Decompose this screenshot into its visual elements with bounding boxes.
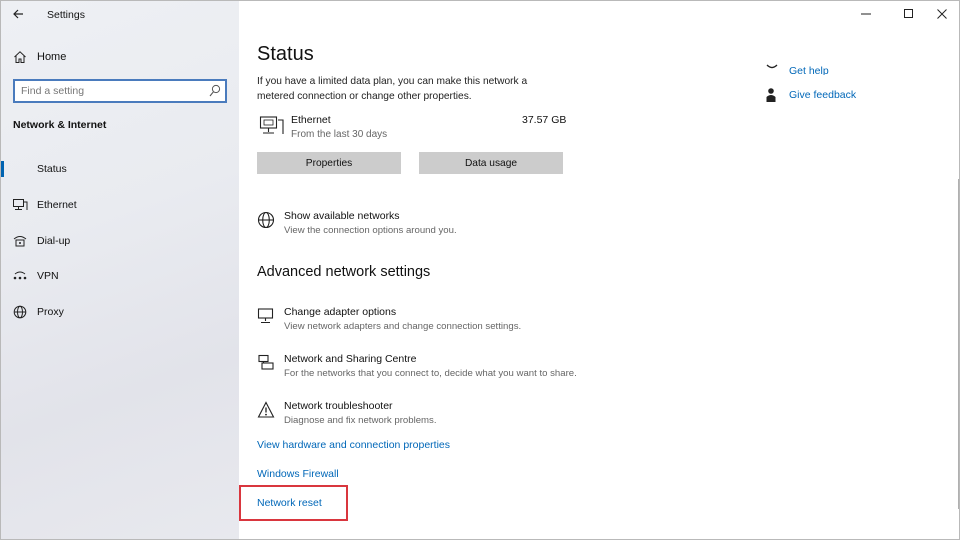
window-title: Settings: [47, 9, 85, 21]
network-troubleshooter-description: Diagnose and fix network problems.: [284, 415, 437, 426]
sidebar-item-proxy[interactable]: Proxy: [1, 298, 239, 326]
give-feedback-link[interactable]: Give feedback: [789, 89, 856, 101]
network-sharing-centre-link[interactable]: Network and Sharing Centre: [284, 353, 417, 365]
sidebar-item-vpn[interactable]: VPN: [1, 262, 239, 290]
sidebar-item-label: Dial-up: [37, 235, 71, 247]
globe-icon: [12, 304, 28, 320]
highlight-box: [239, 485, 348, 521]
sidebar-item-status[interactable]: Status: [1, 155, 239, 183]
show-networks-link[interactable]: Show available networks: [284, 210, 400, 222]
help-icon: [766, 64, 778, 69]
settings-window: Settings Home Network & Internet Status: [0, 0, 960, 540]
feedback-icon: [766, 88, 776, 102]
show-networks-description: View the connection options around you.: [284, 225, 457, 236]
sidebar-item-label: VPN: [37, 270, 59, 282]
view-hardware-properties-link[interactable]: View hardware and connection properties: [257, 439, 450, 451]
advanced-settings-heading: Advanced network settings: [257, 264, 431, 280]
search-box[interactable]: [13, 79, 227, 103]
status-icon: [12, 161, 28, 177]
sidebar-home[interactable]: Home: [13, 47, 66, 67]
network-troubleshooter-link[interactable]: Network troubleshooter: [284, 400, 393, 412]
get-help-link[interactable]: Get help: [789, 65, 829, 75]
status-description: If you have a limited data plan, you can…: [257, 76, 528, 102]
sidebar-section-title: Network & Internet: [13, 119, 107, 131]
windows-firewall-link[interactable]: Windows Firewall: [257, 468, 339, 480]
ethernet-network-icon: [259, 116, 284, 134]
properties-button[interactable]: Properties: [257, 152, 401, 174]
change-adapter-options-description: View network adapters and change connect…: [284, 321, 522, 332]
vpn-icon: [12, 268, 28, 284]
back-arrow-icon: [13, 9, 23, 19]
search-input[interactable]: [21, 83, 201, 99]
back-button[interactable]: [9, 5, 29, 23]
ethernet-icon: [12, 197, 28, 213]
sidebar-item-label: Status: [37, 163, 67, 175]
sidebar-item-dialup[interactable]: Dial-up: [1, 227, 239, 255]
change-adapter-options-link[interactable]: Change adapter options: [284, 306, 396, 318]
data-usage-value: 37.57 GB: [522, 114, 567, 126]
adapter-icon: [257, 308, 274, 324]
globe-icon: [257, 211, 275, 229]
page-title: Status: [257, 43, 314, 65]
connection-subtitle: From the last 30 days: [291, 129, 388, 140]
dialup-icon: [12, 233, 28, 249]
sharing-centre-icon: [258, 354, 274, 370]
sidebar-item-label: Proxy: [37, 306, 64, 318]
sidebar-item-ethernet[interactable]: Ethernet: [1, 191, 239, 219]
data-usage-button[interactable]: Data usage: [419, 152, 563, 174]
main-content: Status If you have a limited data plan, …: [239, 1, 959, 539]
sidebar-item-label: Ethernet: [37, 199, 77, 211]
home-icon: [14, 51, 26, 63]
sidebar-home-label: Home: [37, 51, 67, 63]
network-sharing-centre-description: For the networks that you connect to, de…: [284, 368, 577, 379]
search-icon[interactable]: [209, 84, 221, 98]
warning-icon: [257, 401, 275, 418]
connection-name: Ethernet: [291, 114, 331, 126]
sidebar: Settings Home Network & Internet Status: [1, 1, 239, 539]
